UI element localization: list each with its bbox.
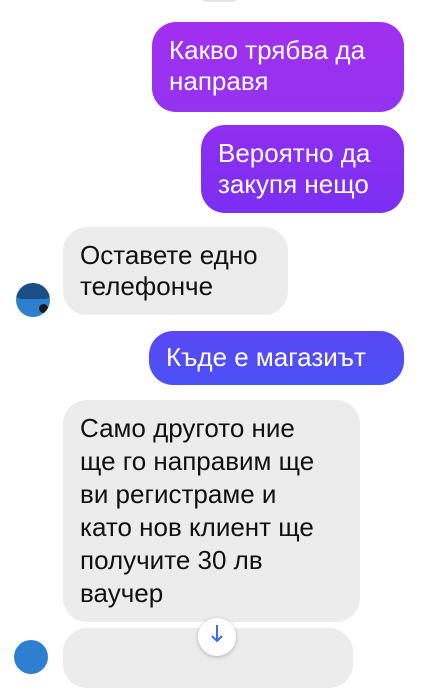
message-bubble-incoming[interactable]: Само другото ние ще го направим ще ви ре… [63,400,360,622]
contact-avatar[interactable] [14,640,48,674]
message-bubble-outgoing[interactable]: Какво трябва да направя [152,22,404,112]
message-bubble-outgoing[interactable]: Вероятно да закупя нещо [201,125,404,213]
message-bubble-outgoing[interactable]: Къде е магазиът [149,331,404,385]
contact-avatar[interactable] [16,283,50,317]
avatar-hair [16,283,50,299]
avatar-badge [39,304,48,313]
scroll-to-bottom-button[interactable] [198,618,236,656]
arrow-down-icon [211,625,223,643]
top-bubble-edge [196,0,242,2]
message-bubble-incoming[interactable]: Оставете едно телефонче [63,227,288,315]
